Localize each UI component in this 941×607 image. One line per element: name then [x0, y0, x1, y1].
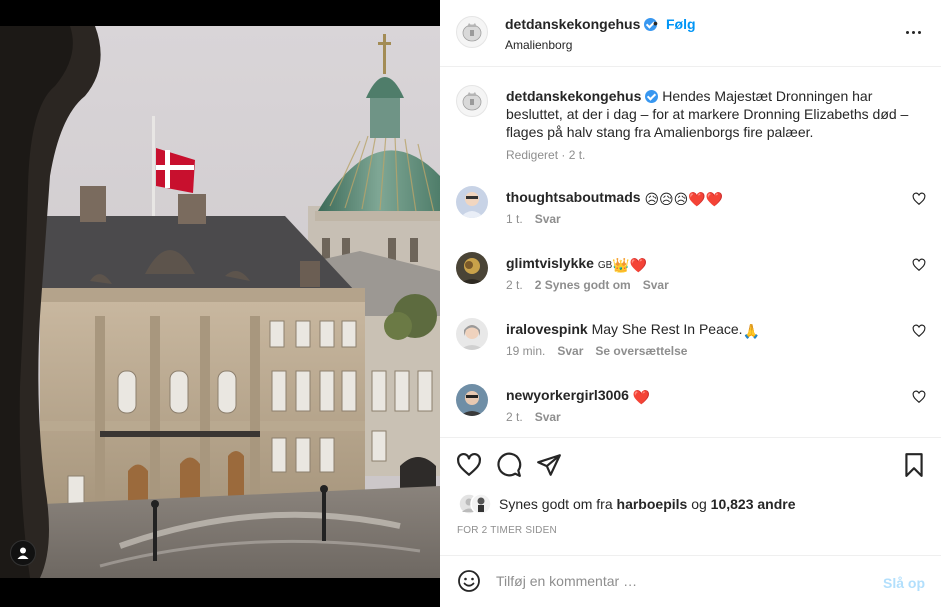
comment-time: 19 min.: [506, 344, 546, 358]
reply-button[interactable]: Svar: [535, 212, 561, 226]
comment-time: 1 t.: [506, 212, 523, 226]
comment-like-heart-icon[interactable]: [912, 192, 926, 206]
post-comment-button[interactable]: Slå op: [883, 575, 925, 591]
amalienborg-photo: [0, 26, 440, 578]
comment-meta: 2 t. Svar: [506, 410, 573, 424]
username-text[interactable]: detdanskekongehus: [505, 16, 640, 32]
comment-meta: 19 min. Svar Se oversættelse: [506, 344, 699, 358]
reply-button[interactable]: Svar: [535, 410, 561, 424]
likes-text: Synes godt om fra harboepils og 10,823 a…: [499, 496, 796, 512]
comment-time: 2 t.: [506, 410, 523, 424]
post-photo[interactable]: [0, 26, 440, 578]
post-action-bar: [440, 437, 941, 492]
see-translation-button[interactable]: Se oversættelse: [595, 344, 687, 358]
comment-item: iralovespink May She Rest In Peace.🙏 19 …: [440, 318, 941, 378]
comment-meta: 2 t. 2 Synes godt om Svar: [506, 278, 681, 292]
commenter-avatar[interactable]: [456, 318, 488, 350]
post-detail-panel: detdanskekongehus • Følg Amalienborg det…: [440, 0, 941, 607]
likes-prefix: Synes godt om fra: [499, 496, 613, 512]
comment-item: thoughtsaboutmads 😥😥😥❤️❤️ 1 t. Svar: [440, 186, 941, 246]
comment-icon[interactable]: [496, 452, 522, 478]
comment-text: iralovespink May She Rest In Peace.🙏: [506, 320, 760, 340]
comment-emoji: 👑❤️: [612, 257, 648, 273]
post-media-area: [0, 0, 440, 607]
comment-username[interactable]: iralovespink: [506, 321, 588, 337]
account-username[interactable]: detdanskekongehus: [505, 16, 658, 32]
account-avatar[interactable]: [456, 16, 488, 48]
comment-likes-link[interactable]: 2 Synes godt om: [535, 278, 631, 292]
likes-joiner: og: [691, 496, 707, 512]
comment-username[interactable]: newyorkergirl3006: [506, 387, 629, 403]
add-comment-form: Slå op: [440, 555, 941, 607]
more-options-icon[interactable]: [901, 20, 925, 44]
follow-button[interactable]: Følg: [666, 16, 696, 32]
comment-input[interactable]: [496, 568, 866, 594]
commenter-avatar[interactable]: [456, 186, 488, 218]
comment-like-heart-icon[interactable]: [912, 324, 926, 338]
comment-emoji: ❤️: [632, 389, 651, 405]
commenter-avatar[interactable]: [456, 384, 488, 416]
comment-username[interactable]: glimtvislykke: [506, 255, 594, 271]
comment-time: 2 t.: [506, 278, 523, 292]
comment-body: May She Rest In Peace.: [591, 321, 743, 337]
comment-username[interactable]: thoughtsaboutmads: [506, 189, 641, 205]
comment-item: glimtvislykke GB👑❤️ 2 t. 2 Synes godt om S…: [440, 252, 941, 312]
likes-count-link[interactable]: 10,823 andre: [711, 496, 796, 512]
comment-text: thoughtsaboutmads 😥😥😥❤️❤️: [506, 188, 723, 208]
caption-meta: Redigeret · 2 t.: [506, 148, 586, 162]
comment-emoji: 🙏: [742, 323, 760, 339]
save-bookmark-icon[interactable]: [901, 452, 927, 478]
comment-body: GB: [597, 260, 613, 271]
emoji-smiley-icon[interactable]: [457, 569, 481, 593]
post-header: detdanskekongehus • Følg Amalienborg: [440, 0, 941, 67]
caption-username[interactable]: detdanskekongehus: [506, 88, 641, 104]
separator-dot: •: [653, 15, 658, 31]
liker-avatars[interactable]: [458, 493, 492, 515]
royal-crest-icon: [462, 92, 482, 111]
comment-meta: 1 t. Svar: [506, 212, 573, 226]
comment-item: newyorkergirl3006 ❤️ 2 t. Svar: [440, 384, 941, 444]
caption-avatar[interactable]: [456, 85, 488, 117]
commenter-avatar[interactable]: [456, 252, 488, 284]
like-heart-icon[interactable]: [456, 452, 482, 478]
reply-button[interactable]: Svar: [643, 278, 669, 292]
reply-button[interactable]: Svar: [557, 344, 583, 358]
post-caption: detdanskekongehus Hendes Majestæt Dronni…: [506, 87, 921, 141]
post-location[interactable]: Amalienborg: [505, 38, 572, 52]
comment-like-heart-icon[interactable]: [912, 258, 926, 272]
verified-badge-icon: [645, 90, 659, 103]
tagged-users-icon[interactable]: [10, 540, 36, 566]
share-icon[interactable]: [536, 452, 562, 478]
royal-crest-icon: [462, 23, 482, 42]
comment-text: newyorkergirl3006 ❤️: [506, 386, 650, 406]
likes-user-link[interactable]: harboepils: [617, 496, 688, 512]
comment-emoji: 😥😥😥❤️❤️: [644, 191, 724, 207]
post-timestamp[interactable]: FOR 2 TIMER SIDEN: [457, 525, 557, 536]
comment-like-heart-icon[interactable]: [912, 390, 926, 404]
comment-text: glimtvislykke GB👑❤️: [506, 254, 647, 275]
